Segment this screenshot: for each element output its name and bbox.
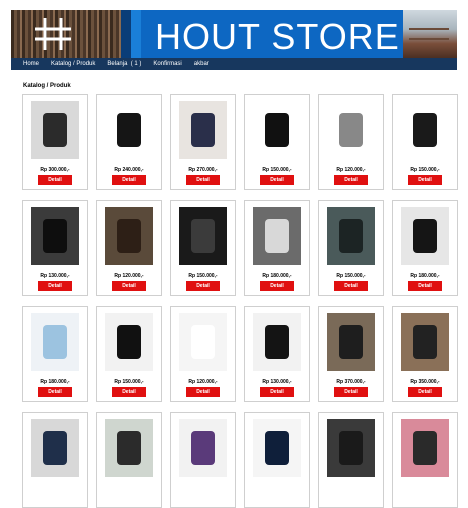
detail-button[interactable]: Detail bbox=[260, 281, 294, 291]
product-image[interactable] bbox=[105, 207, 153, 265]
product-price: Rp 130.000,- bbox=[262, 379, 292, 385]
product-card[interactable]: Rp 180.000,- Detail bbox=[244, 200, 310, 296]
product-price: Rp 270.000,- bbox=[188, 167, 218, 173]
product-grid: Rp 300.000,- Detail Rp 240.000,- Detail Rp 2… bbox=[22, 94, 464, 508]
store-interior-photo bbox=[403, 10, 457, 58]
product-image[interactable] bbox=[401, 101, 449, 159]
product-price: Rp 150.000,- bbox=[114, 379, 144, 385]
product-card[interactable]: Rp 150.000,- Detail bbox=[170, 200, 236, 296]
product-image[interactable] bbox=[253, 313, 301, 371]
detail-button[interactable]: Detail bbox=[334, 281, 368, 291]
product-card[interactable] bbox=[392, 412, 458, 508]
detail-button[interactable]: Detail bbox=[186, 175, 220, 185]
product-price: Rp 240.000,- bbox=[114, 167, 144, 173]
product-card[interactable]: Rp 150.000,- Detail bbox=[318, 200, 384, 296]
product-price: Rp 150.000,- bbox=[188, 273, 218, 279]
product-card[interactable]: Rp 150.000,- Detail bbox=[392, 94, 458, 190]
product-image[interactable] bbox=[253, 419, 301, 477]
product-card[interactable] bbox=[244, 412, 310, 508]
detail-button[interactable]: Detail bbox=[186, 387, 220, 397]
store-title: HOUT STORE bbox=[155, 16, 400, 57]
product-card[interactable] bbox=[22, 412, 88, 508]
detail-button[interactable]: Detail bbox=[112, 281, 146, 291]
product-card[interactable]: Rp 120.000,- Detail bbox=[96, 200, 162, 296]
product-image[interactable] bbox=[31, 207, 79, 265]
product-card[interactable]: Rp 120.000,- Detail bbox=[318, 94, 384, 190]
product-image[interactable] bbox=[327, 101, 375, 159]
product-price: Rp 150.000,- bbox=[410, 167, 440, 173]
product-card[interactable]: Rp 120.000,- Detail bbox=[170, 306, 236, 402]
header-banner: HOUT STORE bbox=[11, 10, 457, 58]
product-image[interactable] bbox=[327, 207, 375, 265]
nav-konfirmasi[interactable]: Konfirmasi bbox=[153, 61, 181, 67]
detail-button[interactable]: Detail bbox=[186, 281, 220, 291]
detail-button[interactable]: Detail bbox=[112, 387, 146, 397]
product-image[interactable] bbox=[105, 101, 153, 159]
product-image[interactable] bbox=[179, 101, 227, 159]
product-image[interactable] bbox=[401, 419, 449, 477]
nav-home[interactable]: Home bbox=[23, 61, 39, 67]
product-image[interactable] bbox=[105, 313, 153, 371]
product-price: Rp 150.000,- bbox=[262, 167, 292, 173]
detail-button[interactable]: Detail bbox=[408, 175, 442, 185]
detail-button[interactable]: Detail bbox=[408, 387, 442, 397]
product-image[interactable] bbox=[401, 313, 449, 371]
nav-katalog[interactable]: Katalog / Produk bbox=[51, 61, 95, 67]
product-card[interactable]: Rp 240.000,- Detail bbox=[96, 94, 162, 190]
product-image[interactable] bbox=[327, 419, 375, 477]
detail-button[interactable]: Detail bbox=[408, 281, 442, 291]
product-price: Rp 300.000,- bbox=[40, 167, 70, 173]
product-image[interactable] bbox=[179, 419, 227, 477]
detail-button[interactable]: Detail bbox=[260, 387, 294, 397]
product-price: Rp 120.000,- bbox=[336, 167, 366, 173]
detail-button[interactable]: Detail bbox=[334, 175, 368, 185]
product-image[interactable] bbox=[31, 101, 79, 159]
product-card[interactable]: Rp 180.000,- Detail bbox=[22, 306, 88, 402]
detail-button[interactable]: Detail bbox=[112, 175, 146, 185]
product-price: Rp 120.000,- bbox=[188, 379, 218, 385]
product-card[interactable]: Rp 270.000,- Detail bbox=[170, 94, 236, 190]
product-card[interactable]: Rp 130.000,- Detail bbox=[244, 306, 310, 402]
product-price: Rp 180.000,- bbox=[40, 379, 70, 385]
product-card[interactable]: Rp 300.000,- Detail bbox=[22, 94, 88, 190]
product-card[interactable]: Rp 350.000,- Detail bbox=[392, 306, 458, 402]
product-image[interactable] bbox=[105, 419, 153, 477]
product-image[interactable] bbox=[327, 313, 375, 371]
main-nav: Home Katalog / Produk Belanja ( 1 ) Konf… bbox=[11, 58, 457, 70]
detail-button[interactable]: Detail bbox=[334, 387, 368, 397]
product-price: Rp 180.000,- bbox=[262, 273, 292, 279]
nav-user[interactable]: akbar bbox=[194, 61, 209, 67]
product-card[interactable]: Rp 150.000,- Detail bbox=[96, 306, 162, 402]
detail-button[interactable]: Detail bbox=[38, 175, 72, 185]
product-card[interactable]: Rp 150.000,- Detail bbox=[244, 94, 310, 190]
product-image[interactable] bbox=[179, 313, 227, 371]
detail-button[interactable]: Detail bbox=[38, 281, 72, 291]
detail-button[interactable]: Detail bbox=[38, 387, 72, 397]
product-image[interactable] bbox=[401, 207, 449, 265]
product-price: Rp 130.000,- bbox=[40, 273, 70, 279]
product-price: Rp 370.000,- bbox=[336, 379, 366, 385]
nav-belanja[interactable]: Belanja ( 1 ) bbox=[107, 61, 141, 67]
product-image[interactable] bbox=[31, 419, 79, 477]
product-image[interactable] bbox=[253, 101, 301, 159]
product-image[interactable] bbox=[253, 207, 301, 265]
product-card[interactable]: Rp 370.000,- Detail bbox=[318, 306, 384, 402]
breadcrumb: Katalog / Produk bbox=[23, 83, 71, 89]
detail-button[interactable]: Detail bbox=[260, 175, 294, 185]
product-price: Rp 150.000,- bbox=[336, 273, 366, 279]
hout-logo-icon bbox=[35, 18, 71, 50]
product-price: Rp 180.000,- bbox=[410, 273, 440, 279]
product-image[interactable] bbox=[31, 313, 79, 371]
product-card[interactable]: Rp 130.000,- Detail bbox=[22, 200, 88, 296]
product-card[interactable] bbox=[318, 412, 384, 508]
product-card[interactable]: Rp 180.000,- Detail bbox=[392, 200, 458, 296]
product-card[interactable] bbox=[170, 412, 236, 508]
product-price: Rp 350.000,- bbox=[410, 379, 440, 385]
product-image[interactable] bbox=[179, 207, 227, 265]
product-card[interactable] bbox=[96, 412, 162, 508]
product-price: Rp 120.000,- bbox=[114, 273, 144, 279]
